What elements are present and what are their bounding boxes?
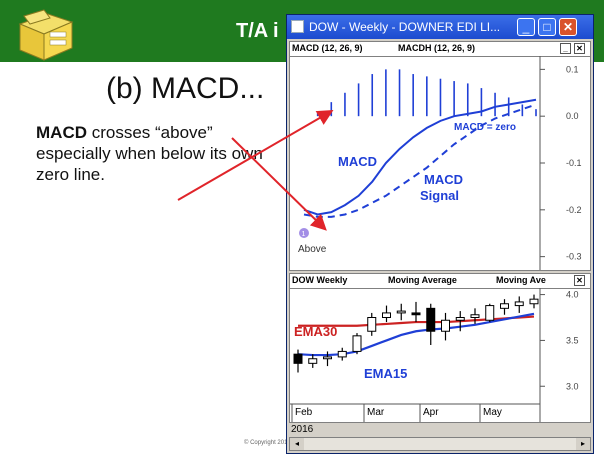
window-app-icon	[291, 20, 304, 33]
candle-body	[367, 317, 377, 332]
macd-cross-marker-number: 1	[302, 231, 306, 238]
candle-body	[293, 353, 303, 364]
macd-y-tick-label: 0.0	[566, 111, 579, 121]
horizontal-scrollbar[interactable]: ◂ ▸	[289, 437, 591, 451]
window-maximize-button[interactable]: □	[538, 18, 556, 36]
candle-body	[396, 310, 406, 314]
macd-above-label: Above	[298, 244, 327, 255]
window-title: DOW - Weekly - DOWNER EDI LI...	[309, 20, 501, 34]
price-pane-close-button[interactable]: ✕	[574, 275, 585, 286]
macd-pane-minimize-button[interactable]: _	[560, 43, 571, 54]
price-pane-header: DOW Weekly Moving Average Moving Ave ✕	[290, 274, 590, 289]
macd-y-tick-label: -0.3	[566, 252, 582, 262]
price-y-tick-label: 4.0	[566, 290, 579, 300]
macd-signal-label-2: Signal	[420, 188, 459, 203]
macd-zero-label: MACD = zero	[454, 122, 516, 133]
ema30-label: EMA30	[294, 324, 337, 339]
price-chart: 4.0 3.5 3.0 Feb Mar Apr May EMA30 EMA15	[290, 288, 579, 422]
candle-body	[352, 335, 362, 352]
window-minimize-button[interactable]: _	[517, 18, 535, 36]
candle-body	[529, 298, 539, 305]
price-y-tick-label: 3.5	[566, 335, 579, 345]
price-x-month-label: Apr	[423, 407, 439, 418]
slide-heading: (b) MACD...	[106, 72, 265, 105]
candle-body	[337, 350, 347, 358]
price-x-month-label: May	[483, 407, 502, 418]
candle-body	[470, 314, 480, 318]
window-titlebar[interactable]: DOW - Weekly - DOWNER EDI LI... _ □ ✕	[287, 15, 593, 39]
macd-y-tick-label: -0.2	[566, 205, 582, 215]
x-axis-year: 2016	[291, 424, 314, 435]
macd-pane[interactable]: MACD (12, 26, 9) MACDH (12, 26, 9) _ ✕ 0…	[289, 41, 591, 271]
candle-body	[323, 356, 332, 360]
candle-body	[308, 358, 318, 364]
macd-line-label: MACD	[338, 154, 377, 169]
slide-body-text: MACD crosses “above” especially when bel…	[36, 122, 286, 185]
candle-body	[441, 319, 450, 332]
scroll-right-arrow-icon[interactable]: ▸	[576, 438, 590, 450]
candle-body	[411, 312, 421, 316]
price-pane-ma-label: Moving Average	[388, 275, 457, 285]
scroll-left-arrow-icon[interactable]: ◂	[290, 438, 304, 450]
price-y-tick-label: 3.0	[566, 381, 579, 391]
price-x-month-label: Mar	[367, 407, 385, 418]
slide-header-title: T/A i	[236, 20, 279, 42]
macd-y-tick-label: 0.1	[566, 64, 579, 74]
chart-window[interactable]: DOW - Weekly - DOWNER EDI LI... _ □ ✕ MA…	[286, 14, 594, 454]
macd-y-tick-label: -0.1	[566, 158, 582, 168]
window-close-button[interactable]: ✕	[559, 18, 577, 36]
macd-signal-label-1: MACD	[424, 172, 463, 187]
candle-body	[426, 307, 436, 332]
price-pane[interactable]: DOW Weekly Moving Average Moving Ave ✕ 4…	[289, 273, 591, 423]
macd-pane-close-button[interactable]: ✕	[574, 43, 585, 54]
candle-body	[500, 303, 509, 309]
macd-chart: 0.10.0-0.1-0.2-0.3MACDMACDSignalMACD = z…	[298, 56, 582, 270]
slide-body-bold: MACD	[36, 123, 87, 142]
macd-pane-header: MACD (12, 26, 9) MACDH (12, 26, 9) _ ✕	[290, 42, 590, 57]
price-pane-title: DOW Weekly	[292, 275, 348, 285]
slide-copyright: © Copyright 201	[244, 440, 288, 446]
price-pane-ma2-label: Moving Ave	[496, 275, 546, 285]
macd-pane-title: MACD (12, 26, 9)	[292, 43, 363, 53]
price-x-month-label: Feb	[295, 407, 313, 418]
candle-body	[485, 305, 495, 321]
candle-body	[514, 301, 524, 307]
ema15-label: EMA15	[364, 366, 407, 381]
frog-box-logo-icon	[18, 9, 74, 61]
candle-body	[455, 317, 465, 321]
candle-body	[382, 312, 391, 318]
macdh-pane-title: MACDH (12, 26, 9)	[398, 43, 476, 53]
